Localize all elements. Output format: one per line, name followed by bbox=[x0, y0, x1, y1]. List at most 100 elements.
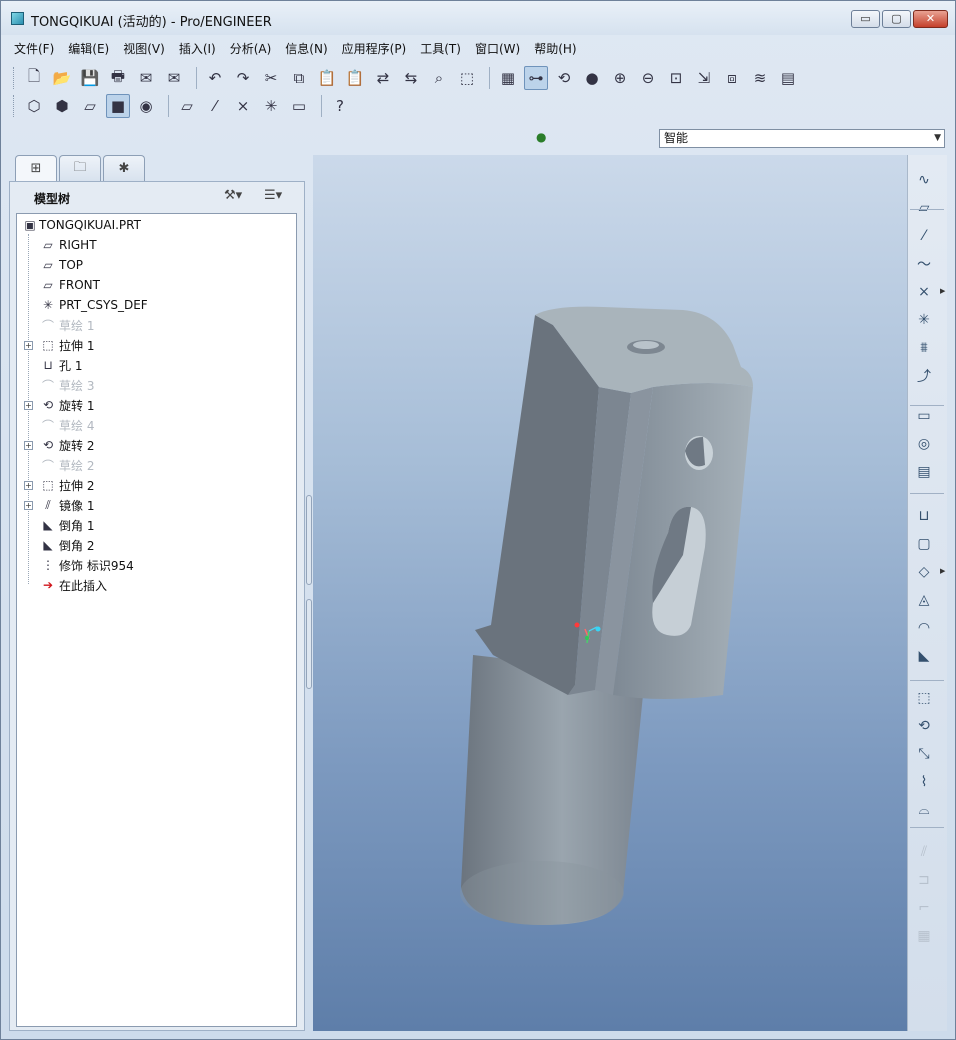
datum-point-tool-icon[interactable]: × bbox=[912, 281, 936, 303]
tree-item[interactable]: ▱ TOP bbox=[17, 255, 296, 275]
menu-window[interactable]: 窗口(W) bbox=[468, 37, 527, 59]
surface-finish-tool-icon[interactable]: ◎ bbox=[912, 433, 936, 455]
tree-item[interactable]: ⌒ 草绘 1 bbox=[17, 315, 296, 335]
coordinate-systems-icon[interactable]: ✳ bbox=[259, 94, 283, 118]
tree-item[interactable]: + ⟲ 旋转 2 bbox=[17, 435, 296, 455]
toolbar-grip[interactable] bbox=[13, 95, 16, 117]
graphics-window[interactable] bbox=[313, 155, 907, 1031]
tree-item[interactable]: ➔ 在此插入 bbox=[17, 575, 296, 595]
datum-target-tool-icon[interactable]: ▤ bbox=[912, 461, 936, 483]
undo-icon[interactable]: ↶ bbox=[203, 66, 227, 90]
pattern-tool-icon[interactable]: ▦ bbox=[912, 925, 936, 947]
tree-item[interactable]: ⋮ 修饰 标识954 bbox=[17, 555, 296, 575]
orient-mode-icon[interactable]: ⟲ bbox=[552, 66, 576, 90]
sketched-curve-tool-icon[interactable]: ⤴ bbox=[912, 365, 936, 387]
expand-icon[interactable]: + bbox=[24, 480, 33, 490]
zoom-in-icon[interactable]: ⊕ bbox=[608, 66, 632, 90]
csys-tool-icon[interactable]: ✳ bbox=[912, 309, 936, 331]
context-help-icon[interactable]: ? bbox=[328, 94, 352, 118]
tree-item[interactable]: ▱ FRONT bbox=[17, 275, 296, 295]
tree-item[interactable]: ▱ RIGHT bbox=[17, 235, 296, 255]
tree-item[interactable]: ⌒ 草绘 3 bbox=[17, 375, 296, 395]
wireframe-icon[interactable]: ⬡ bbox=[22, 94, 46, 118]
regenerate-manager-icon[interactable]: ⇆ bbox=[399, 66, 423, 90]
menu-tools[interactable]: 工具(T) bbox=[413, 37, 468, 59]
enhanced-realism-icon[interactable]: ◉ bbox=[134, 94, 158, 118]
annotations-icon[interactable]: ▭ bbox=[287, 94, 311, 118]
flyout-arrow-icon[interactable]: ▶ bbox=[940, 567, 945, 575]
trim-tool-icon[interactable]: ⌐ bbox=[912, 897, 936, 919]
tree-item[interactable]: + ⫽ 镜像 1 bbox=[17, 495, 296, 515]
datum-planes-icon[interactable]: ▱ bbox=[175, 94, 199, 118]
minimize-button[interactable]: ▭ bbox=[851, 10, 880, 28]
saved-views-icon[interactable]: ⧈ bbox=[720, 66, 744, 90]
close-button[interactable]: ✕ bbox=[913, 10, 948, 28]
copy-icon[interactable]: ⧉ bbox=[287, 66, 311, 90]
find-icon[interactable]: ⌕ bbox=[427, 66, 451, 90]
view-manager-icon[interactable]: ▤ bbox=[776, 66, 800, 90]
new-file-icon[interactable]: 🗋 bbox=[22, 66, 46, 90]
regenerate-icon[interactable]: ⇄ bbox=[371, 66, 395, 90]
layers-icon[interactable]: ≋ bbox=[748, 66, 772, 90]
blend-tool-icon[interactable]: ⌇ bbox=[912, 771, 936, 793]
tree-item[interactable]: ✳ PRT_CSYS_DEF bbox=[17, 295, 296, 315]
expand-icon[interactable]: + bbox=[24, 340, 33, 350]
select-box-icon[interactable]: ⬚ bbox=[455, 66, 479, 90]
refit-icon[interactable]: ⊡ bbox=[664, 66, 688, 90]
datum-curve-tool-icon[interactable]: 〜 bbox=[912, 253, 936, 275]
boundary-tool-icon[interactable]: ⌓ bbox=[912, 799, 936, 821]
menu-insert[interactable]: 插入(I) bbox=[172, 37, 223, 59]
hidden-line-icon[interactable]: ⬢ bbox=[50, 94, 74, 118]
merge-tool-icon[interactable]: ⊐ bbox=[912, 869, 936, 891]
spin-center-icon[interactable]: ⊶ bbox=[524, 66, 548, 90]
maximize-button[interactable]: ▢ bbox=[882, 10, 911, 28]
send-mail-2-icon[interactable]: ✉ bbox=[162, 66, 186, 90]
splitter-handle[interactable] bbox=[306, 599, 312, 689]
analysis-feature-tool-icon[interactable]: ⩩ bbox=[912, 337, 936, 359]
redo-icon[interactable]: ↷ bbox=[231, 66, 255, 90]
hole-tool-icon[interactable]: ⊔ bbox=[912, 505, 936, 527]
flyout-arrow-icon[interactable]: ▶ bbox=[940, 287, 945, 295]
tree-item[interactable]: ⊔ 孔 1 bbox=[17, 355, 296, 375]
folder-browser-tab[interactable]: 🗀 bbox=[59, 155, 101, 181]
splitter-handle[interactable] bbox=[306, 495, 312, 585]
paste-icon[interactable]: 📋 bbox=[315, 66, 339, 90]
revolve-tool-icon[interactable]: ⟲ bbox=[912, 715, 936, 737]
draft-tool-icon[interactable]: ◬ bbox=[912, 589, 936, 611]
reorient-icon[interactable]: ⇲ bbox=[692, 66, 716, 90]
datum-axis-tool-icon[interactable]: ⁄ bbox=[912, 225, 936, 247]
menu-info[interactable]: 信息(N) bbox=[278, 37, 334, 59]
tree-item[interactable]: ◣ 倒角 2 bbox=[17, 535, 296, 555]
navigator-splitter[interactable] bbox=[305, 155, 313, 1031]
sketch-tool-icon[interactable]: ∿ bbox=[912, 169, 936, 191]
paste-special-icon[interactable]: 📋 bbox=[343, 66, 367, 90]
model-tree-tab[interactable]: ⊞ bbox=[15, 155, 57, 181]
datum-axes-icon[interactable]: ⁄ bbox=[203, 94, 227, 118]
menu-analysis[interactable]: 分析(A) bbox=[223, 37, 279, 59]
menu-view[interactable]: 视图(V) bbox=[116, 37, 172, 59]
chamfer-tool-icon[interactable]: ◣ bbox=[912, 645, 936, 667]
tree-item[interactable]: + ⬚ 拉伸 2 bbox=[17, 475, 296, 495]
menu-applications[interactable]: 应用程序(P) bbox=[335, 37, 414, 59]
tree-item[interactable]: ▣ TONGQIKUAI.PRT bbox=[17, 215, 296, 235]
tree-item[interactable]: ⌒ 草绘 2 bbox=[17, 455, 296, 475]
extrude-tool-icon[interactable]: ⬚ bbox=[912, 687, 936, 709]
send-mail-icon[interactable]: ✉ bbox=[134, 66, 158, 90]
no-hidden-icon[interactable]: ▱ bbox=[78, 94, 102, 118]
favorites-tab[interactable]: ✱ bbox=[103, 155, 145, 181]
appearance-icon[interactable]: ● bbox=[580, 66, 604, 90]
cut-icon[interactable]: ✂ bbox=[259, 66, 283, 90]
menu-help[interactable]: 帮助(H) bbox=[527, 37, 583, 59]
tree-settings-icon[interactable]: ⚒▾ bbox=[224, 188, 242, 203]
menu-edit[interactable]: 编辑(E) bbox=[61, 37, 116, 59]
round-tool-icon[interactable]: ◠ bbox=[912, 617, 936, 639]
mirror-tool-icon[interactable]: ⫽ bbox=[912, 841, 936, 863]
datum-points-icon[interactable]: × bbox=[231, 94, 255, 118]
save-icon[interactable]: 💾 bbox=[78, 66, 102, 90]
shading-icon[interactable]: ■ bbox=[106, 94, 130, 118]
expand-icon[interactable]: + bbox=[24, 400, 33, 410]
open-file-icon[interactable]: 📂 bbox=[50, 66, 74, 90]
show-menu-icon[interactable]: ☰▾ bbox=[264, 188, 282, 203]
menu-file[interactable]: 文件(F) bbox=[7, 37, 61, 59]
toolbar-grip[interactable] bbox=[13, 67, 16, 89]
